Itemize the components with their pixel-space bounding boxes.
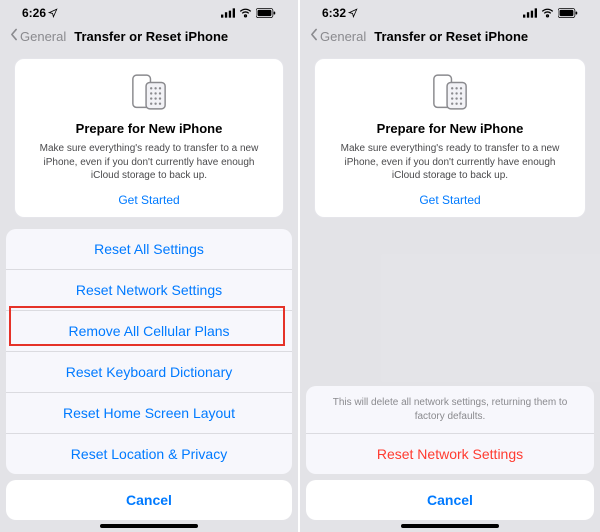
- phone-left: 6:26: [0, 0, 300, 532]
- wifi-icon: [239, 8, 252, 18]
- get-started-link[interactable]: Get Started: [27, 193, 271, 207]
- card-body: Make sure everything's ready to transfer…: [27, 142, 271, 183]
- cancel-button[interactable]: Cancel: [306, 480, 594, 520]
- back-button[interactable]: General: [10, 28, 66, 44]
- reset-home-screen-layout[interactable]: Reset Home Screen Layout: [6, 393, 292, 434]
- back-label: General: [20, 29, 66, 44]
- devices-icon: [27, 73, 271, 111]
- confirm-group: This will delete all network settings, r…: [306, 386, 594, 474]
- cancel-button[interactable]: Cancel: [6, 480, 292, 520]
- battery-icon: [558, 8, 578, 18]
- confirm-reset-network-button[interactable]: Reset Network Settings: [306, 434, 594, 474]
- location-icon: [348, 8, 358, 18]
- status-bar: 6:26: [0, 0, 298, 22]
- status-bar: 6:32: [300, 0, 600, 22]
- card-body: Make sure everything's ready to transfer…: [327, 142, 573, 183]
- location-icon: [48, 8, 58, 18]
- card-title: Prepare for New iPhone: [327, 121, 573, 136]
- remove-all-cellular-plans[interactable]: Remove All Cellular Plans: [6, 311, 292, 352]
- devices-icon: [327, 73, 573, 111]
- status-time: 6:26: [22, 6, 46, 20]
- chevron-left-icon: [10, 28, 18, 44]
- battery-icon: [256, 8, 276, 18]
- home-indicator[interactable]: [100, 524, 198, 528]
- wifi-icon: [541, 8, 554, 18]
- reset-all-settings[interactable]: Reset All Settings: [6, 229, 292, 270]
- phone-right: 6:32: [300, 0, 600, 532]
- nav-header: General Transfer or Reset iPhone: [300, 22, 600, 52]
- confirm-message: This will delete all network settings, r…: [306, 386, 594, 434]
- prepare-card: Prepare for New iPhone Make sure everyth…: [14, 58, 284, 218]
- signal-icon: [221, 8, 235, 18]
- back-button[interactable]: General: [310, 28, 366, 44]
- card-title: Prepare for New iPhone: [27, 121, 271, 136]
- reset-options-group: Reset All Settings Reset Network Setting…: [6, 229, 292, 474]
- reset-network-settings[interactable]: Reset Network Settings: [6, 270, 292, 311]
- get-started-link[interactable]: Get Started: [327, 193, 573, 207]
- nav-title: Transfer or Reset iPhone: [74, 29, 228, 44]
- nav-title: Transfer or Reset iPhone: [374, 29, 528, 44]
- home-indicator[interactable]: [401, 524, 499, 528]
- confirm-sheet: This will delete all network settings, r…: [300, 386, 600, 532]
- nav-header: General Transfer or Reset iPhone: [0, 22, 298, 52]
- reset-location-privacy[interactable]: Reset Location & Privacy: [6, 434, 292, 474]
- prepare-card: Prepare for New iPhone Make sure everyth…: [314, 58, 586, 218]
- reset-keyboard-dictionary[interactable]: Reset Keyboard Dictionary: [6, 352, 292, 393]
- back-label: General: [320, 29, 366, 44]
- signal-icon: [523, 8, 537, 18]
- cancel-group: Cancel: [306, 480, 594, 520]
- chevron-left-icon: [310, 28, 318, 44]
- action-sheet: Reset All Settings Reset Network Setting…: [0, 229, 298, 532]
- status-time: 6:32: [322, 6, 346, 20]
- cancel-group: Cancel: [6, 480, 292, 520]
